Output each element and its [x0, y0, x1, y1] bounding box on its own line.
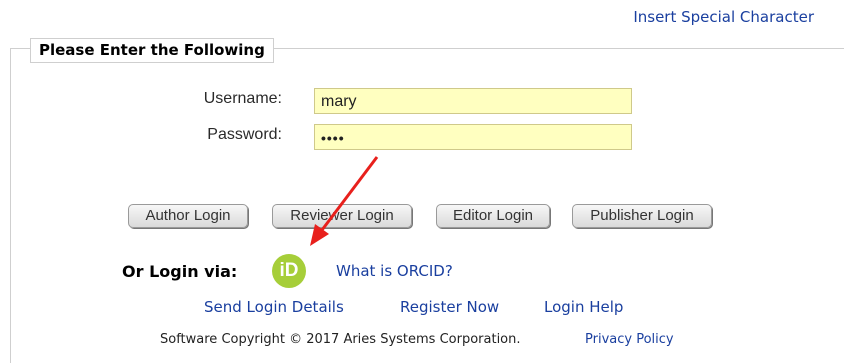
what-is-orcid-link[interactable]: What is ORCID? [336, 262, 453, 280]
editor-login-button[interactable]: Editor Login [436, 204, 550, 228]
privacy-policy-link[interactable]: Privacy Policy [585, 332, 674, 347]
reviewer-login-button[interactable]: Reviewer Login [272, 204, 412, 228]
login-help-link[interactable]: Login Help [544, 298, 623, 316]
publisher-login-button[interactable]: Publisher Login [572, 204, 712, 228]
register-now-link[interactable]: Register Now [400, 298, 499, 316]
username-label: Username: [203, 90, 282, 107]
username-field[interactable]: mary [314, 88, 632, 114]
fieldset-legend: Please Enter the Following [30, 38, 274, 63]
send-login-details-link[interactable]: Send Login Details [204, 298, 344, 316]
orcid-icon[interactable]: iD [272, 254, 306, 288]
insert-special-character-link[interactable]: Insert Special Character [633, 8, 814, 26]
password-label: Password: [207, 126, 282, 143]
copyright-text: Software Copyright © 2017 Aries Systems … [160, 332, 521, 347]
password-field[interactable]: •••• [314, 124, 632, 150]
or-login-via-label: Or Login via: [122, 262, 238, 281]
author-login-button[interactable]: Author Login [128, 204, 248, 228]
